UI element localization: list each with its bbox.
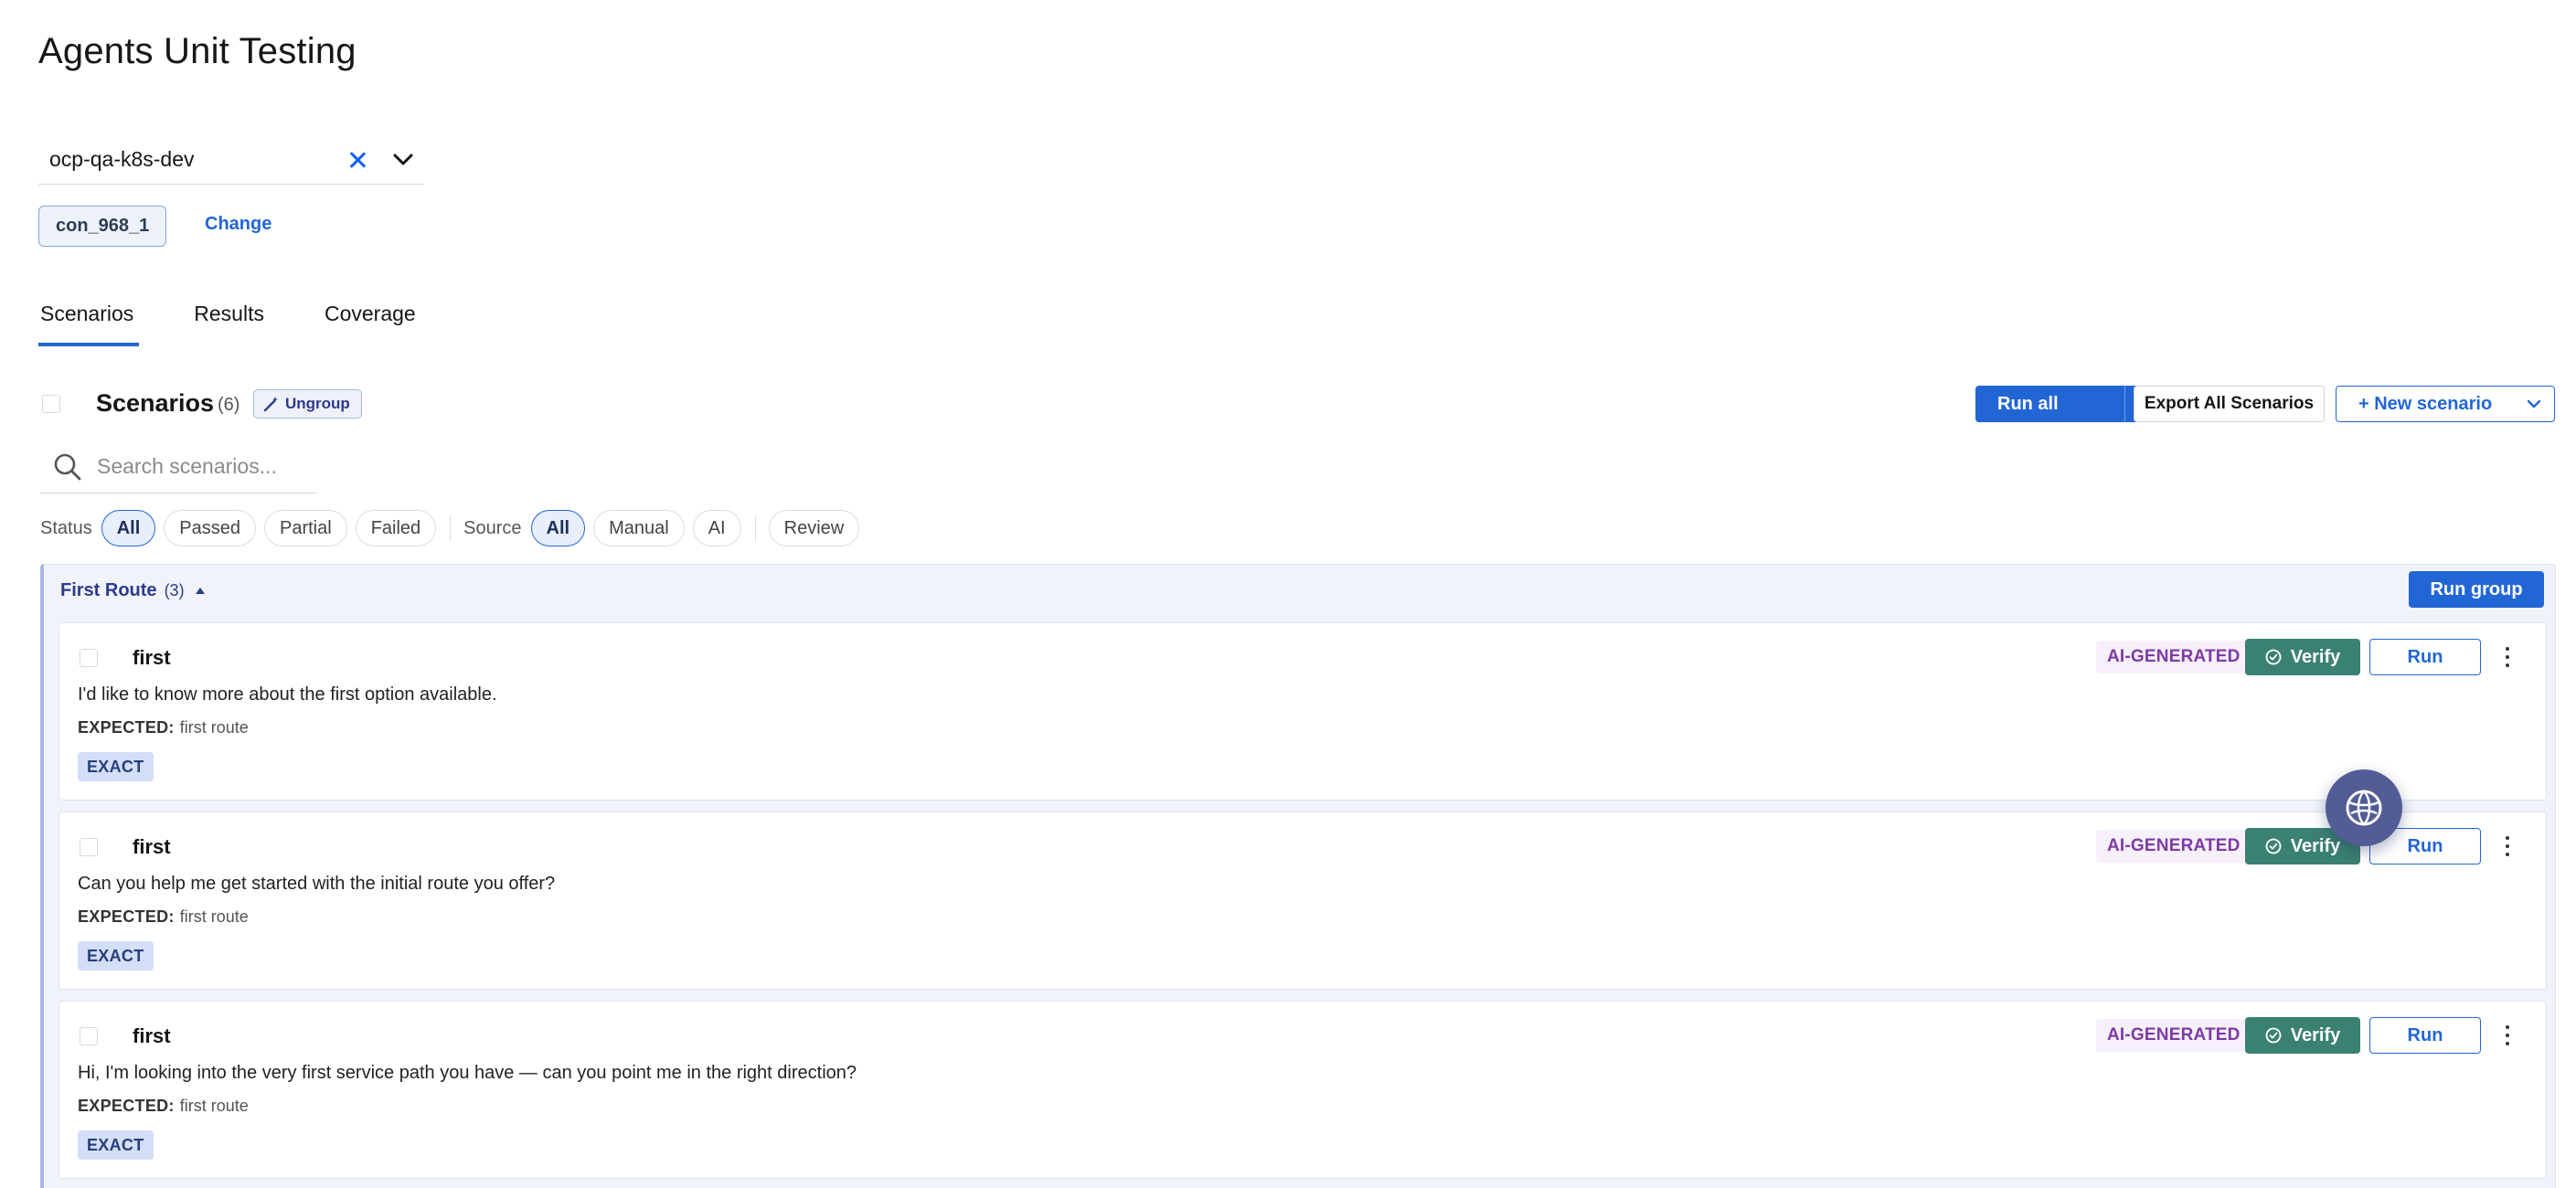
new-scenario-label: + New scenario xyxy=(2358,393,2493,414)
scenario-checkbox[interactable] xyxy=(80,649,98,667)
kebab-menu-icon[interactable] xyxy=(2502,834,2513,858)
scenario-expected: EXPECTED: first route xyxy=(78,718,249,737)
tab-scenarios[interactable]: Scenarios xyxy=(38,291,140,346)
kebab-menu-icon[interactable] xyxy=(2502,1024,2513,1047)
scenario-checkbox[interactable] xyxy=(80,1027,98,1045)
scenario-title: first xyxy=(133,1024,171,1047)
match-type-badge: EXACT xyxy=(78,941,154,971)
ungroup-label: Ungroup xyxy=(285,395,350,412)
chevron-down-icon[interactable] xyxy=(391,148,415,172)
filter-divider xyxy=(450,515,452,541)
scenario-title: first xyxy=(133,646,171,669)
ai-generated-badge: AI-GENERATED xyxy=(2096,830,2251,863)
group-count: (3) xyxy=(164,581,185,599)
expected-label: EXPECTED: xyxy=(78,718,175,737)
check-circle-icon xyxy=(2265,838,2282,854)
match-type-badge: EXACT xyxy=(78,752,154,781)
new-scenario-button[interactable]: + New scenario xyxy=(2336,386,2555,422)
review-filter[interactable]: Review xyxy=(768,510,860,546)
verify-button[interactable]: Verify xyxy=(2245,639,2360,675)
verify-label: Verify xyxy=(2290,835,2341,856)
check-circle-icon xyxy=(2265,649,2282,665)
scenario-card: first Hi, I'm looking into the very firs… xyxy=(59,1001,2547,1179)
change-connection-link[interactable]: Change xyxy=(205,214,271,235)
run-button[interactable]: Run xyxy=(2369,639,2481,675)
verify-label: Verify xyxy=(2290,1024,2341,1045)
environment-select-value: ocp-qa-k8s-dev xyxy=(49,147,195,171)
ungroup-button[interactable]: Ungroup xyxy=(253,389,362,419)
source-filter-ai[interactable]: AI xyxy=(692,510,741,546)
status-filter-partial[interactable]: Partial xyxy=(263,510,347,546)
scenarios-heading: Scenarios xyxy=(96,389,215,417)
filter-bar: Status All Passed Partial Failed Source … xyxy=(40,510,868,546)
expected-label: EXPECTED: xyxy=(78,1097,175,1115)
magic-wand-icon xyxy=(263,397,278,412)
scenario-prompt: Can you help me get started with the ini… xyxy=(78,874,556,894)
export-all-scenarios-button[interactable]: Export All Scenarios xyxy=(2134,386,2325,422)
assistant-button[interactable] xyxy=(2326,769,2402,846)
filter-divider xyxy=(754,515,756,541)
scenario-prompt: I'd like to know more about the first op… xyxy=(78,684,497,705)
group-title: First Route xyxy=(60,580,157,600)
expected-value: first route xyxy=(179,718,249,737)
select-all-checkbox[interactable] xyxy=(42,395,60,413)
run-group-button[interactable]: Run group xyxy=(2409,571,2544,608)
tab-bar: Scenarios Results Coverage xyxy=(38,291,474,346)
match-type-badge: EXACT xyxy=(78,1130,154,1160)
scenario-card: first I'd like to know more about the fi… xyxy=(59,622,2547,801)
tab-results[interactable]: Results xyxy=(192,291,266,346)
scenario-prompt: Hi, I'm looking into the very first serv… xyxy=(78,1063,857,1083)
ai-generated-badge: AI-GENERATED xyxy=(2096,1019,2251,1052)
scenario-checkbox[interactable] xyxy=(80,838,98,856)
run-all-label: Run all xyxy=(1997,393,2059,414)
ai-generated-badge: AI-GENERATED xyxy=(2096,641,2251,674)
search-input[interactable] xyxy=(97,454,307,479)
expected-label: EXPECTED: xyxy=(78,907,175,926)
source-filter-label: Source xyxy=(463,517,522,538)
chevron-down-icon[interactable] xyxy=(2514,399,2554,408)
verify-button[interactable]: Verify xyxy=(2245,1017,2360,1054)
source-filter-manual[interactable]: Manual xyxy=(593,510,685,546)
status-filter-label: Status xyxy=(40,517,92,538)
run-button[interactable]: Run xyxy=(2369,1017,2481,1054)
close-icon[interactable] xyxy=(346,148,369,172)
group-header[interactable]: First Route (3) xyxy=(60,580,205,601)
scenario-expected: EXPECTED: first route xyxy=(78,907,249,927)
scenario-card: first Can you help me get started with t… xyxy=(59,811,2547,990)
verify-label: Verify xyxy=(2290,646,2341,667)
status-filter-all[interactable]: All xyxy=(101,510,156,546)
tab-coverage[interactable]: Coverage xyxy=(323,291,418,346)
expected-value: first route xyxy=(179,907,249,926)
status-filter-passed[interactable]: Passed xyxy=(164,510,256,546)
kebab-menu-icon[interactable] xyxy=(2502,645,2513,669)
scenarios-count: (6) xyxy=(218,395,240,415)
status-filter-failed[interactable]: Failed xyxy=(355,510,437,546)
search-icon xyxy=(54,453,81,480)
assistant-globe-icon xyxy=(2346,790,2382,826)
search-bar xyxy=(40,440,316,493)
scenario-expected: EXPECTED: first route xyxy=(78,1097,249,1116)
scenario-group-first-route: First Route (3) Run group first I'd like… xyxy=(40,564,2556,1188)
expected-value: first route xyxy=(179,1097,249,1115)
connection-tag: con_968_1 xyxy=(38,206,167,247)
page-title: Agents Unit Testing xyxy=(38,31,357,71)
environment-select[interactable]: ocp-qa-k8s-dev xyxy=(38,135,424,185)
check-circle-icon xyxy=(2265,1027,2282,1044)
chevron-up-icon xyxy=(195,588,205,594)
source-filter-all[interactable]: All xyxy=(530,510,586,546)
scenario-title: first xyxy=(133,835,171,858)
